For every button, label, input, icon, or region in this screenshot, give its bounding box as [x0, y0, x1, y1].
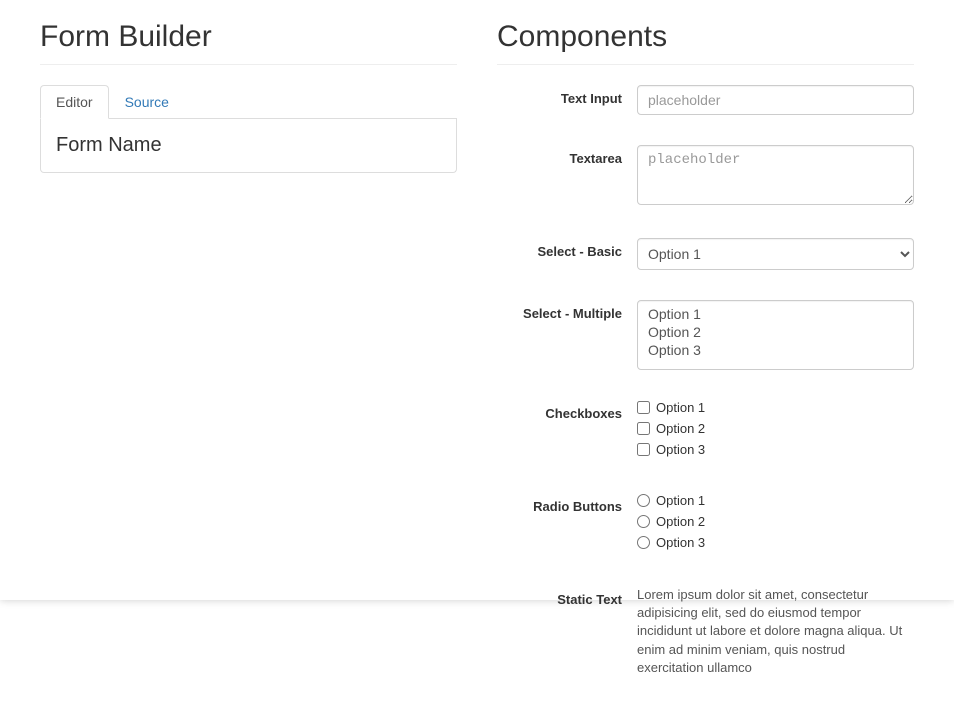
select-multiple-option-1[interactable]: Option 1: [644, 305, 907, 323]
form-builder-title: Form Builder: [40, 20, 457, 54]
checkbox-text-3: Option 3: [656, 442, 705, 457]
select-multiple-field[interactable]: Option 1 Option 2 Option 3: [637, 300, 914, 370]
select-multiple-label: Select - Multiple: [497, 300, 637, 321]
static-text-label: Static Text: [497, 586, 637, 607]
checkbox-text-2: Option 2: [656, 421, 705, 436]
checkbox-option-1[interactable]: Option 1: [637, 400, 914, 415]
textarea-label: Textarea: [497, 145, 637, 166]
components-title: Components: [497, 20, 914, 54]
radio-text-1: Option 1: [656, 493, 705, 508]
radios-label: Radio Buttons: [497, 493, 637, 514]
checkboxes-label: Checkboxes: [497, 400, 637, 421]
tab-source[interactable]: Source: [109, 85, 185, 119]
editor-canvas[interactable]: Form Name: [40, 119, 457, 173]
text-input-label: Text Input: [497, 85, 637, 106]
radio-input-3[interactable]: [637, 536, 650, 549]
radio-text-3: Option 3: [656, 535, 705, 550]
checkbox-input-2[interactable]: [637, 422, 650, 435]
form-name-text: Form Name: [56, 134, 441, 157]
select-basic-label: Select - Basic: [497, 238, 637, 259]
checkbox-text-1: Option 1: [656, 400, 705, 415]
radio-input-1[interactable]: [637, 494, 650, 507]
checkbox-option-3[interactable]: Option 3: [637, 442, 914, 457]
radio-text-2: Option 2: [656, 514, 705, 529]
select-basic-field[interactable]: Option 1: [637, 238, 914, 270]
checkbox-input-1[interactable]: [637, 401, 650, 414]
checkbox-input-3[interactable]: [637, 443, 650, 456]
divider: [497, 64, 914, 65]
checkbox-option-2[interactable]: Option 2: [637, 421, 914, 436]
text-input-field[interactable]: [637, 85, 914, 115]
radio-input-2[interactable]: [637, 515, 650, 528]
select-multiple-option-3[interactable]: Option 3: [644, 341, 907, 359]
divider: [40, 64, 457, 65]
tab-editor[interactable]: Editor: [40, 85, 109, 119]
textarea-field[interactable]: [637, 145, 914, 205]
select-multiple-option-2[interactable]: Option 2: [644, 323, 907, 341]
radio-option-2[interactable]: Option 2: [637, 514, 914, 529]
radio-option-3[interactable]: Option 3: [637, 535, 914, 550]
radio-option-1[interactable]: Option 1: [637, 493, 914, 508]
